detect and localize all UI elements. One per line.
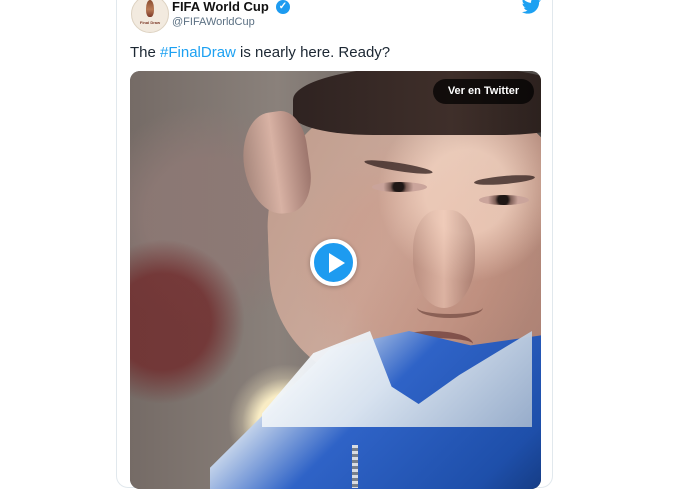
- avatar-text: Final Draw: [139, 20, 161, 25]
- fifa-world-cup-avatar[interactable]: Final Draw: [131, 0, 169, 33]
- finaldraw-hashtag-link[interactable]: #FinalDraw: [160, 44, 236, 61]
- right-eye: [479, 195, 529, 205]
- tweet-text-prefix: The: [130, 44, 161, 61]
- play-video-button[interactable]: [310, 239, 357, 286]
- account-display-name[interactable]: FIFA World Cup: [172, 0, 269, 14]
- play-icon: [329, 253, 345, 273]
- view-on-twitter-button[interactable]: Ver en Twitter: [433, 79, 534, 104]
- verified-badge-icon: ✓: [276, 0, 290, 14]
- player-nose: [413, 210, 475, 308]
- tweet-text: The #FinalDraw is nearly here. Ready?: [130, 44, 390, 61]
- trophy-icon: [146, 0, 154, 17]
- nostril-shadow: [417, 297, 483, 318]
- left-eye: [372, 182, 427, 192]
- jacket-zipper: [352, 445, 358, 488]
- embedded-tweet-card: Final Draw FIFA World Cup ✓ @FIFAWorldCu…: [116, 0, 553, 489]
- account-handle[interactable]: @FIFAWorldCup: [172, 16, 255, 28]
- twitter-bird-icon[interactable]: [522, 0, 541, 14]
- tweet-video-thumbnail[interactable]: Ver en Twitter: [130, 71, 541, 489]
- tweet-text-suffix: is nearly here. Ready?: [235, 44, 391, 61]
